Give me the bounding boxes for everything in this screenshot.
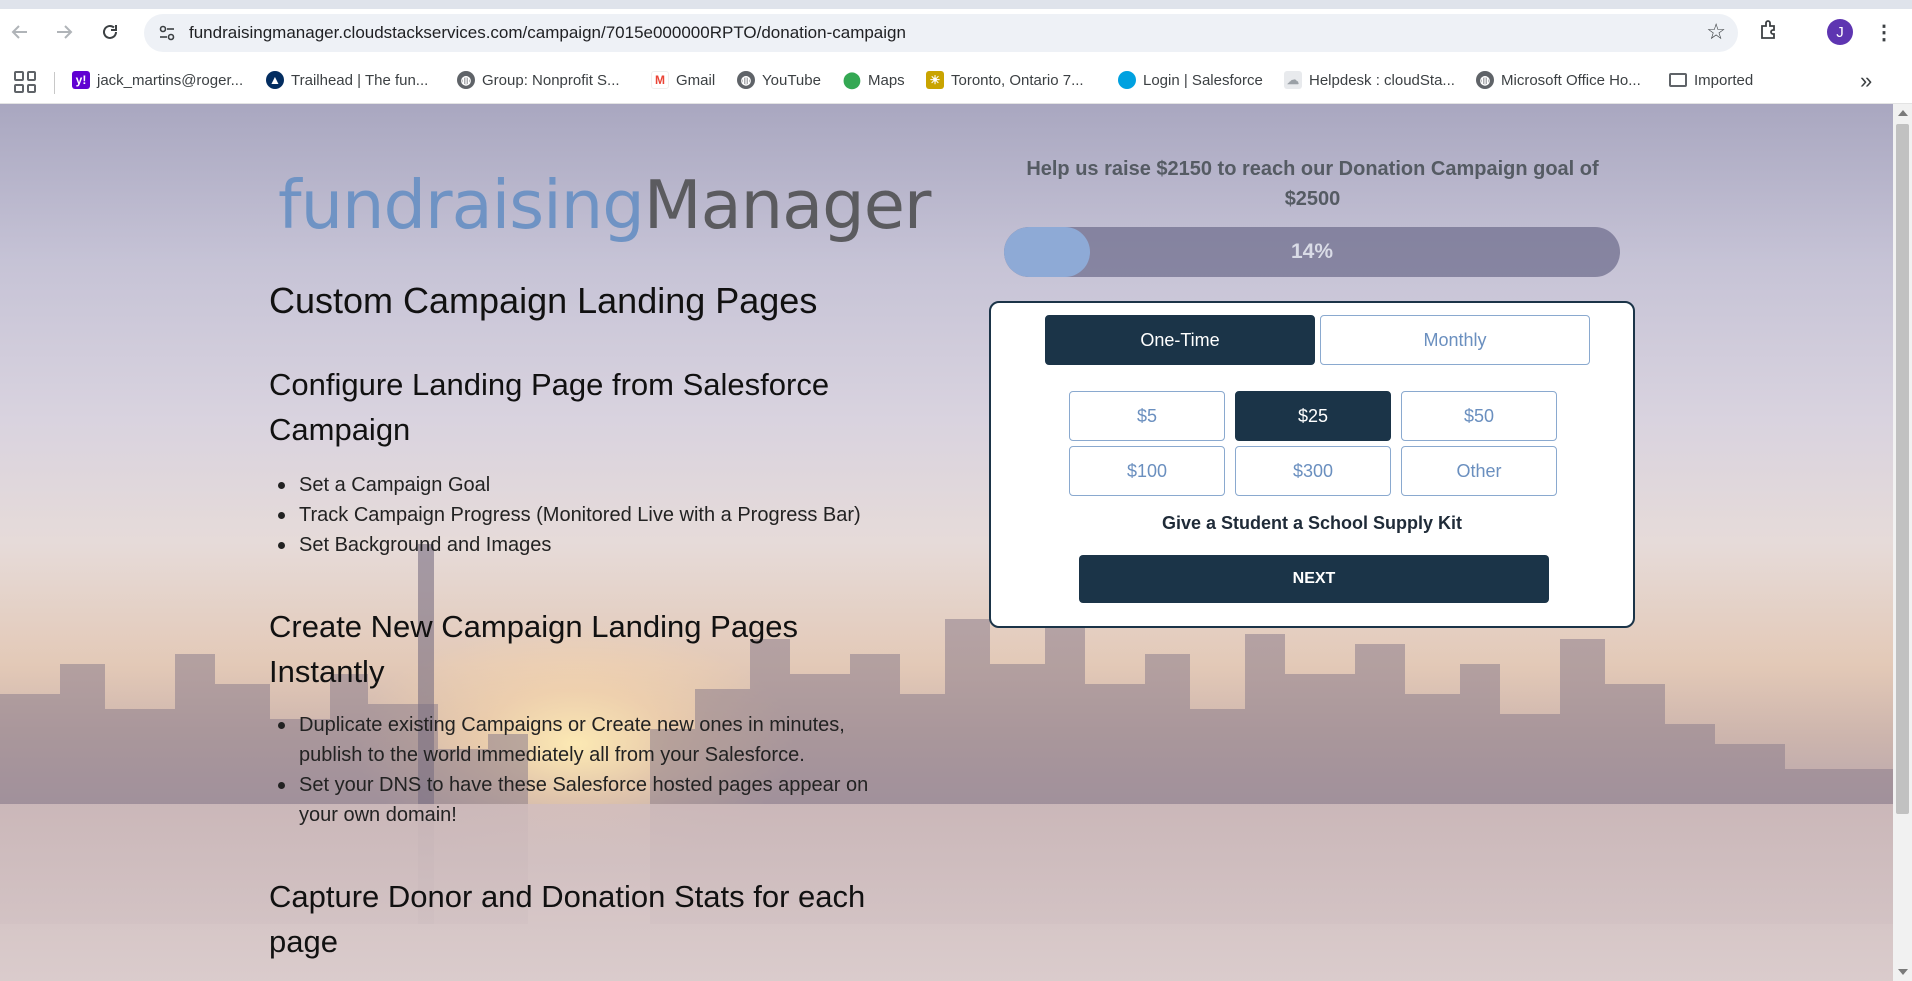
folder-icon <box>1669 73 1687 87</box>
list-item: Set your DNS to have these Salesforce ho… <box>269 770 879 830</box>
campaign-goal-text: Help us raise $2150 to reach our Donatio… <box>1026 158 1599 210</box>
one-time-button[interactable]: One-Time <box>1045 315 1315 365</box>
back-button[interactable] <box>4 16 36 48</box>
bookmark-label: Login | Salesforce <box>1143 71 1263 89</box>
bookmark-label: jack_martins@roger... <box>97 71 244 89</box>
reload-button[interactable] <box>94 16 126 48</box>
bookmark-item[interactable]: ⬤ Maps <box>843 68 905 92</box>
scrollbar-thumb[interactable] <box>1896 124 1909 814</box>
landing-page: fundraisingManager Custom Campaign Landi… <box>0 104 1893 981</box>
amount-5-button[interactable]: $5 <box>1069 391 1225 441</box>
feature-list: Duplicate existing Campaigns or Create n… <box>269 710 879 830</box>
gmail-icon: M <box>651 71 669 89</box>
scroll-up-icon[interactable] <box>1898 110 1908 116</box>
tab-strip <box>0 0 1912 9</box>
amount-other-button[interactable]: Other <box>1401 446 1557 496</box>
feature-list: Set a Campaign Goal Track Campaign Progr… <box>269 470 889 560</box>
bookmark-item[interactable]: ◍ YouTube <box>737 68 821 92</box>
section-heading: Capture Donor and Donation Stats for eac… <box>269 879 866 959</box>
weather-icon: ☀ <box>926 71 944 89</box>
site-info-icon[interactable] <box>152 18 182 48</box>
page-scrollbar[interactable] <box>1893 104 1912 981</box>
campaign-progress-bar: 14% <box>1004 227 1620 277</box>
bookmark-label: Toronto, Ontario 7... <box>951 71 1084 89</box>
bookmark-item[interactable]: M Gmail <box>651 68 715 92</box>
bookmarks-separator <box>54 72 55 94</box>
salesforce-icon <box>1118 71 1136 89</box>
list-item: Track Campaign Progress (Monitored Live … <box>269 500 889 530</box>
arrow-left-icon <box>11 25 27 39</box>
amount-25-button[interactable]: $25 <box>1235 391 1391 441</box>
amount-100-button[interactable]: $100 <box>1069 446 1225 496</box>
bookmark-label: Group: Nonprofit S... <box>482 71 620 89</box>
bookmark-item[interactable]: ◍ Group: Nonprofit S... <box>457 68 620 92</box>
bookmark-item[interactable]: Login | Salesforce <box>1118 68 1263 92</box>
apps-grid-icon[interactable] <box>14 71 36 93</box>
section-heading: Create New Campaign Landing Pages Instan… <box>269 609 799 689</box>
url-text[interactable]: fundraisingmanager.cloudstackservices.co… <box>189 23 906 43</box>
section-heading: Configure Landing Page from Salesforce C… <box>269 367 830 447</box>
fundraising-manager-logo: fundraisingManager <box>278 166 931 244</box>
donation-description: Give a Student a School Supply Kit <box>1161 513 1463 533</box>
amount-300-button[interactable]: $300 <box>1235 446 1391 496</box>
progress-percent: 14% <box>1290 240 1334 263</box>
reload-icon <box>103 24 117 39</box>
amount-50-button[interactable]: $50 <box>1401 391 1557 441</box>
bookmark-item[interactable]: y! jack_martins@roger... <box>72 68 243 92</box>
scroll-down-icon[interactable] <box>1898 969 1908 975</box>
arrow-right-icon <box>57 25 73 39</box>
bookmark-label: YouTube <box>762 71 821 89</box>
extensions-icon[interactable] <box>1758 18 1786 46</box>
maps-icon: ⬤ <box>843 71 861 89</box>
profile-avatar[interactable]: J <box>1827 19 1853 45</box>
more-bookmarks-icon[interactable]: » <box>1860 68 1872 94</box>
bookmark-label: Trailhead | The fun... <box>291 71 429 89</box>
monthly-button[interactable]: Monthly <box>1320 315 1590 365</box>
bookmark-star-icon[interactable]: ☆ <box>1706 19 1726 45</box>
list-item: Duplicate existing Campaigns or Create n… <box>269 710 879 770</box>
bookmark-item[interactable]: ☁ Helpdesk : cloudSta... <box>1284 68 1455 92</box>
bookmark-label: Microsoft Office Ho... <box>1501 71 1641 89</box>
bookmark-item[interactable]: ▲ Trailhead | The fun... <box>266 68 428 92</box>
globe-icon: ◍ <box>457 71 475 89</box>
address-bar[interactable]: fundraisingmanager.cloudstackservices.co… <box>144 14 1738 52</box>
bookmark-item[interactable]: Imported <box>1669 68 1753 92</box>
globe-icon: ◍ <box>737 71 755 89</box>
globe-icon: ◍ <box>1476 71 1494 89</box>
bookmark-item[interactable]: ☀ Toronto, Ontario 7... <box>926 68 1084 92</box>
list-item: Set Background and Images <box>269 530 889 560</box>
bookmark-label: Imported <box>1694 71 1754 89</box>
bookmark-label: Maps <box>868 71 905 89</box>
cloud-icon: ☁ <box>1284 71 1302 89</box>
list-item: Set a Campaign Goal <box>269 470 889 500</box>
bookmark-label: Gmail <box>676 71 716 89</box>
yahoo-icon: y! <box>72 71 90 89</box>
page-title: Custom Campaign Landing Pages <box>269 280 818 321</box>
bookmark-item[interactable]: ◍ Microsoft Office Ho... <box>1476 68 1641 92</box>
browser-toolbar: fundraisingmanager.cloudstackservices.co… <box>0 0 1912 64</box>
donation-form: One-Time Monthly $5 $25 $50 $100 $300 Ot… <box>989 301 1635 628</box>
next-button[interactable]: NEXT <box>1079 555 1549 603</box>
forward-button[interactable] <box>48 16 80 48</box>
browser-menu-icon[interactable]: ⋮ <box>1874 18 1894 46</box>
trailhead-icon: ▲ <box>266 71 284 89</box>
bookmark-label: Helpdesk : cloudSta... <box>1309 71 1455 89</box>
